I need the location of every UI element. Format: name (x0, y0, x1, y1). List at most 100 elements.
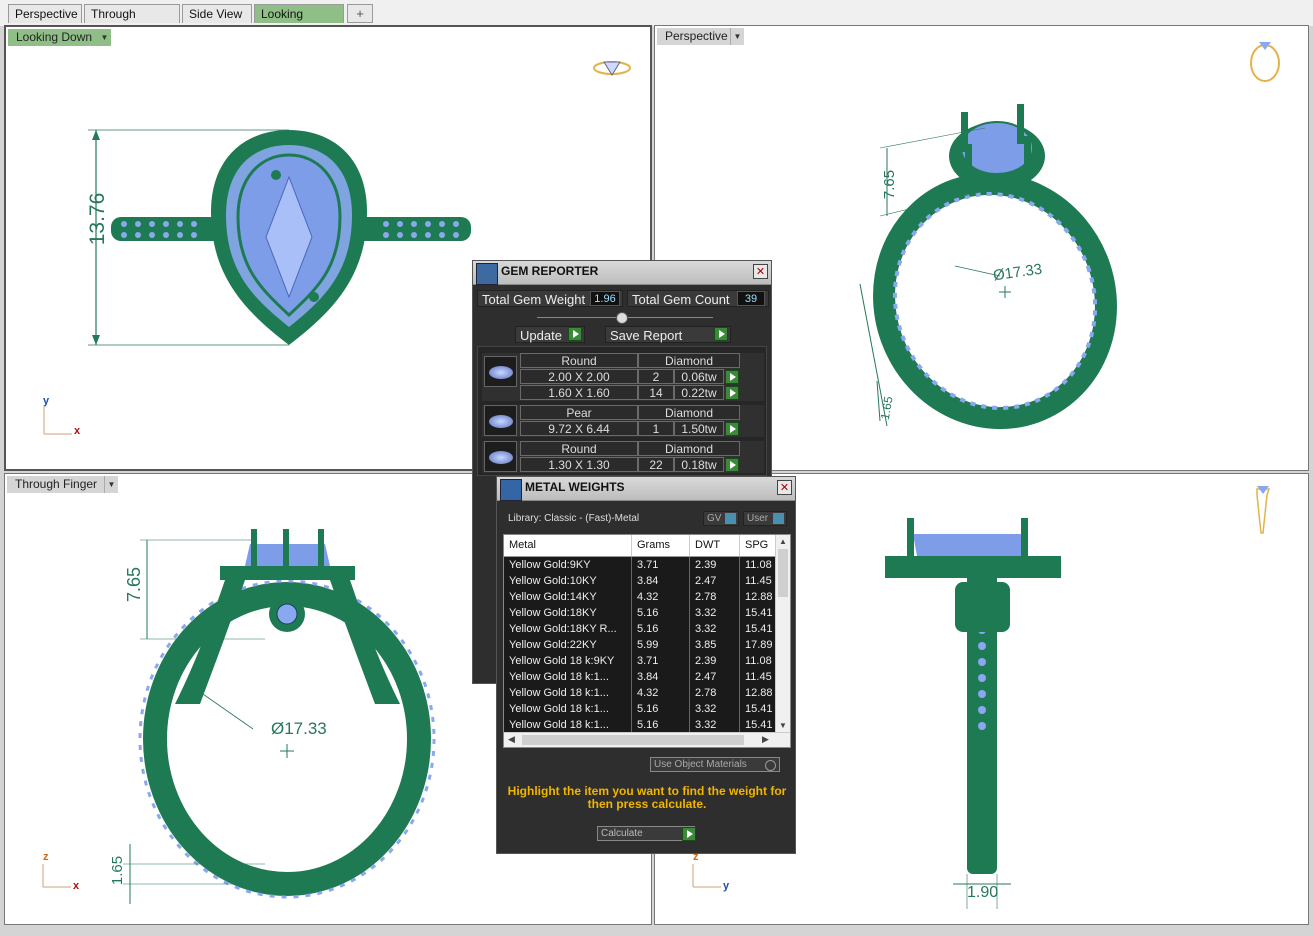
dimension-top: 7.65 (124, 566, 145, 603)
metal-name-cell: Yellow Gold:18KY (504, 605, 632, 621)
scrollbar-thumb[interactable] (778, 549, 788, 597)
gem-count: 22 (638, 457, 674, 472)
play-icon[interactable] (725, 422, 739, 436)
close-icon[interactable]: ✕ (753, 264, 768, 279)
gem-group[interactable]: Round Diamond 2.00 X 2.00 2 0.06tw 1.60 … (482, 353, 764, 401)
column-header-metal[interactable]: Metal (504, 535, 632, 556)
add-tab-icon[interactable]: + (347, 4, 373, 23)
round-gem-icon (484, 441, 517, 472)
use-object-materials-label: Use Object Materials (654, 759, 747, 770)
dwt-cell: 2.78 (690, 685, 740, 701)
gem-count: 2 (638, 369, 674, 384)
column-header-dwt[interactable]: DWT (690, 535, 740, 556)
spg-cell: 11.45 (740, 573, 776, 589)
column-header-grams[interactable]: Grams (632, 535, 690, 556)
chevron-up-icon[interactable]: ▲ (779, 537, 787, 546)
chevron-right-icon[interactable]: ▶ (762, 734, 769, 745)
column-header-spg[interactable]: SPG (740, 535, 776, 556)
metal-name-cell: Yellow Gold:9KY (504, 557, 632, 573)
metal-weights-panel: METAL WEIGHTS ✕ Library: Classic - (Fast… (496, 476, 796, 854)
gem-material: Diamond (638, 405, 740, 420)
gem-shape: Round (520, 441, 638, 456)
spg-cell: 11.08 (740, 653, 776, 669)
tab-looking-down[interactable]: Looking Down (254, 4, 344, 40)
close-icon[interactable]: ✕ (777, 480, 792, 495)
table-row[interactable]: Yellow Gold:18KY R... 5.16 3.32 15.41 (504, 621, 776, 638)
dwt-cell: 2.47 (690, 573, 740, 589)
pear-gem-icon (484, 405, 517, 436)
gem-size: 1.30 X 1.30 (520, 457, 638, 472)
metal-weights-table[interactable]: Metal Grams DWT SPG Yellow Gold:9KY 3.71 2… (503, 534, 791, 748)
metal-name-cell: Yellow Gold 18 k:9KY (504, 653, 632, 669)
spg-cell: 17.89 (740, 637, 776, 653)
gem-list: Round Diamond 2.00 X 2.00 2 0.06tw 1.60 … (477, 346, 767, 476)
gem-weight: 0.18tw (674, 457, 724, 472)
gem-size: 9.72 X 6.44 (520, 421, 638, 436)
gv-label: GV (707, 513, 722, 524)
chevron-down-icon[interactable]: ▼ (779, 721, 787, 730)
save-report-button[interactable]: Save Report (605, 326, 731, 343)
radio-icon (765, 760, 776, 771)
gem-reporter-titlebar[interactable]: GEM REPORTER ✕ (473, 261, 771, 285)
table-row[interactable]: Yellow Gold:18KY 5.16 3.32 15.41 (504, 605, 776, 622)
dwt-cell: 3.32 (690, 605, 740, 621)
use-object-materials-toggle[interactable]: Use Object Materials (650, 757, 780, 772)
dimension-bottom: 1.65 (109, 855, 127, 886)
tab-through-finger[interactable]: Through Finger (84, 4, 180, 40)
table-row[interactable]: Yellow Gold 18 k:1... 5.16 3.32 15.41 (504, 701, 776, 718)
gv-toggle[interactable]: GV (703, 511, 739, 526)
play-icon[interactable] (568, 327, 582, 341)
grams-cell: 4.32 (632, 685, 690, 701)
slider-handle[interactable] (616, 312, 628, 324)
axis-x-label: x (74, 425, 81, 437)
table-row[interactable]: Yellow Gold:9KY 3.71 2.39 11.08 (504, 557, 776, 574)
grams-cell: 3.84 (632, 669, 690, 685)
instruction-text: Highlight the item you want to find the … (507, 784, 787, 811)
play-icon[interactable] (725, 386, 739, 400)
gem-group[interactable]: Pear Diamond 9.72 X 6.44 1 1.50tw (482, 405, 764, 437)
viewport-tab-bar: Perspective Through Finger Side View Loo… (0, 0, 1313, 40)
table-row[interactable]: Yellow Gold 18 k:1... 3.84 2.47 11.45 (504, 669, 776, 686)
gem-size: 2.00 X 2.00 (520, 369, 638, 384)
gem-group[interactable]: Round Diamond 1.30 X 1.30 22 0.18tw (482, 441, 764, 473)
metal-name-cell: Yellow Gold 18 k:1... (504, 717, 632, 733)
gem-shape: Round (520, 353, 638, 368)
table-row[interactable]: Yellow Gold 18 k:1... 4.32 2.78 12.88 (504, 685, 776, 702)
round-gem-icon (484, 356, 517, 387)
dimension-width: 1.90 (967, 884, 999, 901)
table-row[interactable]: Yellow Gold:14KY 4.32 2.78 12.88 (504, 589, 776, 606)
calculate-button[interactable]: Calculate (597, 826, 696, 841)
gem-reporter-icon (476, 263, 498, 285)
tab-side-view[interactable]: Side View (182, 4, 252, 23)
play-icon[interactable] (682, 827, 696, 841)
dwt-cell: 3.85 (690, 637, 740, 653)
metal-name-cell: Yellow Gold 18 k:1... (504, 701, 632, 717)
dimension-height: 13.76 (86, 192, 109, 246)
play-icon[interactable] (725, 370, 739, 384)
dimension-a: 7.65 (881, 169, 899, 200)
calculate-label: Calculate (601, 828, 643, 839)
user-toggle[interactable]: User (743, 511, 787, 526)
table-row[interactable]: Yellow Gold 18 k:9KY 3.71 2.39 11.08 (504, 653, 776, 670)
play-icon[interactable] (714, 327, 728, 341)
metal-name-cell: Yellow Gold:18KY R... (504, 621, 632, 637)
table-row[interactable]: Yellow Gold:22KY 5.99 3.85 17.89 (504, 637, 776, 654)
grams-cell: 5.99 (632, 637, 690, 653)
grams-cell: 3.84 (632, 573, 690, 589)
table-row[interactable]: Yellow Gold:10KY 3.84 2.47 11.45 (504, 573, 776, 590)
scrollbar-thumb[interactable] (522, 735, 744, 745)
horizontal-scrollbar[interactable]: ◀ ▶ (504, 732, 790, 747)
vertical-scrollbar[interactable]: ▲ ▼ (775, 535, 790, 733)
spg-cell: 12.88 (740, 685, 776, 701)
axis-y-label: y (723, 880, 730, 892)
tab-perspective[interactable]: Perspective (8, 4, 82, 23)
user-label: User (747, 513, 769, 524)
play-icon[interactable] (725, 458, 739, 472)
total-gem-count-value: 39 (737, 291, 765, 306)
total-gem-weight-value: 1.96 (590, 291, 620, 306)
metal-weights-titlebar[interactable]: METAL WEIGHTS ✕ (497, 477, 795, 501)
spg-cell: 11.08 (740, 557, 776, 573)
chevron-left-icon[interactable]: ◀ (508, 734, 515, 745)
gem-weight: 1.50tw (674, 421, 724, 436)
spg-cell: 11.45 (740, 669, 776, 685)
